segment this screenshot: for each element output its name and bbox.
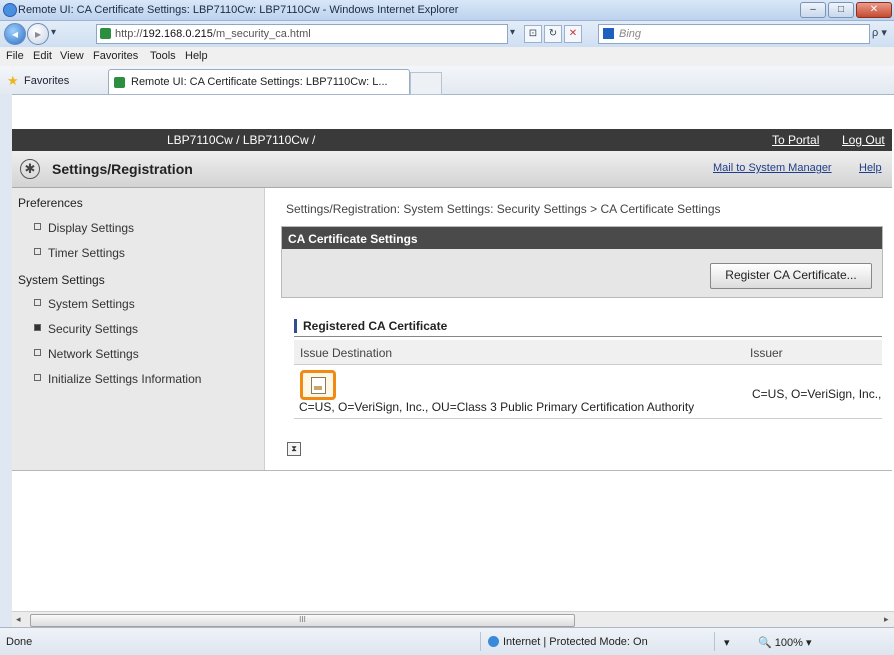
protected-mode-dropdown-icon[interactable]: ▾ — [724, 636, 730, 649]
menu-tools[interactable]: Tools — [150, 50, 176, 62]
navigation-bar: ◂ ▸ ▾ http://192.168.0.215/m_security_ca… — [0, 21, 894, 47]
page-title: Settings/Registration — [52, 161, 193, 177]
register-ca-certificate-button[interactable]: Register CA Certificate... — [710, 263, 872, 289]
address-dropdown-icon[interactable]: ▾ — [510, 27, 515, 38]
browser-tab[interactable]: Remote UI: CA Certificate Settings: LBP7… — [108, 69, 410, 94]
frame-edge — [0, 94, 12, 627]
address-bar[interactable]: http://192.168.0.215/m_security_ca.html — [96, 24, 508, 44]
status-bar: Done Internet | Protected Mode: On ▾ 🔍 1… — [0, 627, 894, 655]
menu-view[interactable]: View — [60, 50, 84, 62]
close-window-button[interactable]: ✕ — [856, 2, 892, 18]
sidebar-heading-preferences: Preferences — [18, 196, 83, 210]
back-to-top-icon[interactable]: ⧗ — [287, 442, 301, 456]
globe-icon — [488, 636, 499, 647]
settings-gear-icon: ✱ — [20, 159, 40, 179]
sidebar-item-network-settings[interactable]: Network Settings — [34, 347, 139, 361]
bullet-icon — [34, 349, 41, 356]
tab-title: Remote UI: CA Certificate Settings: LBP7… — [131, 76, 388, 88]
bullet-icon — [34, 299, 41, 306]
menu-edit[interactable]: Edit — [33, 50, 52, 62]
column-issue-destination: Issue Destination — [300, 346, 393, 360]
certificate-issuer: C=US, O=VeriSign, Inc., — [752, 387, 882, 401]
security-zone[interactable]: Internet | Protected Mode: On — [488, 636, 648, 648]
sidebar-item-display-settings[interactable]: Display Settings — [34, 221, 134, 235]
mail-to-system-manager-link[interactable]: Mail to System Manager — [713, 162, 832, 174]
back-button[interactable]: ◂ — [4, 23, 26, 45]
favorites-bar: ★ Favorites Remote UI: CA Certificate Se… — [0, 66, 894, 95]
scroll-left-icon[interactable]: ◂ — [16, 614, 21, 625]
settings-header: ✱ Settings/Registration Mail to System M… — [12, 151, 892, 188]
menu-bar: File Edit View Favorites Tools Help — [0, 47, 894, 67]
registered-ca-certificate-heading: Registered CA Certificate — [294, 319, 447, 333]
ca-certificate-panel: CA Certificate Settings Register CA Cert… — [281, 226, 883, 298]
favorites-button[interactable]: Favorites — [24, 75, 69, 87]
search-placeholder: Bing — [619, 28, 642, 40]
table-header: Issue Destination Issuer — [294, 340, 882, 365]
minimize-button[interactable]: – — [800, 2, 826, 18]
sidebar-item-initialize-settings[interactable]: Initialize Settings Information — [34, 372, 201, 386]
divider — [294, 336, 882, 337]
menu-help[interactable]: Help — [185, 50, 208, 62]
panel-header: CA Certificate Settings — [282, 227, 882, 249]
zoom-level[interactable]: 🔍 100% ▾ — [758, 636, 811, 649]
bullet-icon — [34, 374, 41, 381]
ie-logo-icon — [3, 3, 17, 17]
column-issuer: Issuer — [750, 346, 783, 360]
certificate-details-icon[interactable] — [300, 370, 336, 400]
sidebar-heading-system-settings: System Settings — [18, 273, 105, 287]
bullet-icon — [34, 324, 41, 331]
to-portal-link[interactable]: To Portal — [772, 133, 819, 147]
menu-favorites[interactable]: Favorites — [93, 50, 138, 62]
bing-logo-icon — [603, 28, 614, 39]
history-dropdown-icon[interactable]: ▾ — [51, 27, 56, 38]
window-title: Remote UI: CA Certificate Settings: LBP7… — [18, 4, 459, 16]
search-icon[interactable]: ρ ▾ — [872, 26, 887, 39]
device-model: LBP7110Cw / LBP7110Cw / — [167, 133, 316, 147]
scroll-right-icon[interactable]: ▸ — [884, 614, 889, 625]
new-tab-button[interactable] — [410, 72, 442, 95]
scrollbar-thumb[interactable]: III — [30, 614, 575, 627]
menu-file[interactable]: File — [6, 50, 24, 62]
divider — [294, 418, 882, 419]
divider — [714, 632, 715, 651]
sidebar-item-system-settings[interactable]: System Settings — [34, 297, 135, 311]
refresh-icon[interactable]: ↻ — [544, 25, 562, 43]
window-titlebar: Remote UI: CA Certificate Settings: LBP7… — [0, 0, 894, 21]
status-text: Done — [6, 636, 33, 648]
bullet-icon — [34, 223, 41, 230]
zoom-icon: 🔍 — [758, 637, 772, 649]
device-header: LBP7110Cw / LBP7110Cw / To Portal Log Ou… — [12, 129, 892, 151]
bullet-icon — [34, 248, 41, 255]
stop-icon[interactable]: ✕ — [564, 25, 582, 43]
search-box[interactable]: Bing — [598, 24, 870, 44]
tab-favicon-icon — [114, 77, 125, 88]
address-url: http://192.168.0.215/m_security_ca.html — [115, 28, 311, 40]
sidebar-item-timer-settings[interactable]: Timer Settings — [34, 246, 125, 260]
forward-button[interactable]: ▸ — [27, 23, 49, 45]
panel-title: CA Certificate Settings — [288, 232, 418, 246]
divider — [12, 470, 892, 471]
divider — [480, 632, 481, 651]
breadcrumb: Settings/Registration: System Settings: … — [286, 202, 721, 216]
sidebar-item-security-settings[interactable]: Security Settings — [34, 322, 138, 336]
certificate-icon — [311, 377, 326, 394]
certificate-issue-destination: C=US, O=VeriSign, Inc., OU=Class 3 Publi… — [299, 400, 695, 414]
help-link[interactable]: Help — [859, 162, 882, 174]
maximize-button[interactable]: □ — [828, 2, 854, 18]
compatibility-view-icon[interactable]: ⊡ — [524, 25, 542, 43]
site-favicon-icon — [100, 28, 111, 39]
log-out-link[interactable]: Log Out — [842, 133, 885, 147]
horizontal-scrollbar[interactable]: ◂ III ▸ — [12, 611, 894, 628]
favorites-star-icon[interactable]: ★ — [7, 73, 19, 89]
sidebar: Preferences Display Settings Timer Setti… — [12, 188, 265, 470]
